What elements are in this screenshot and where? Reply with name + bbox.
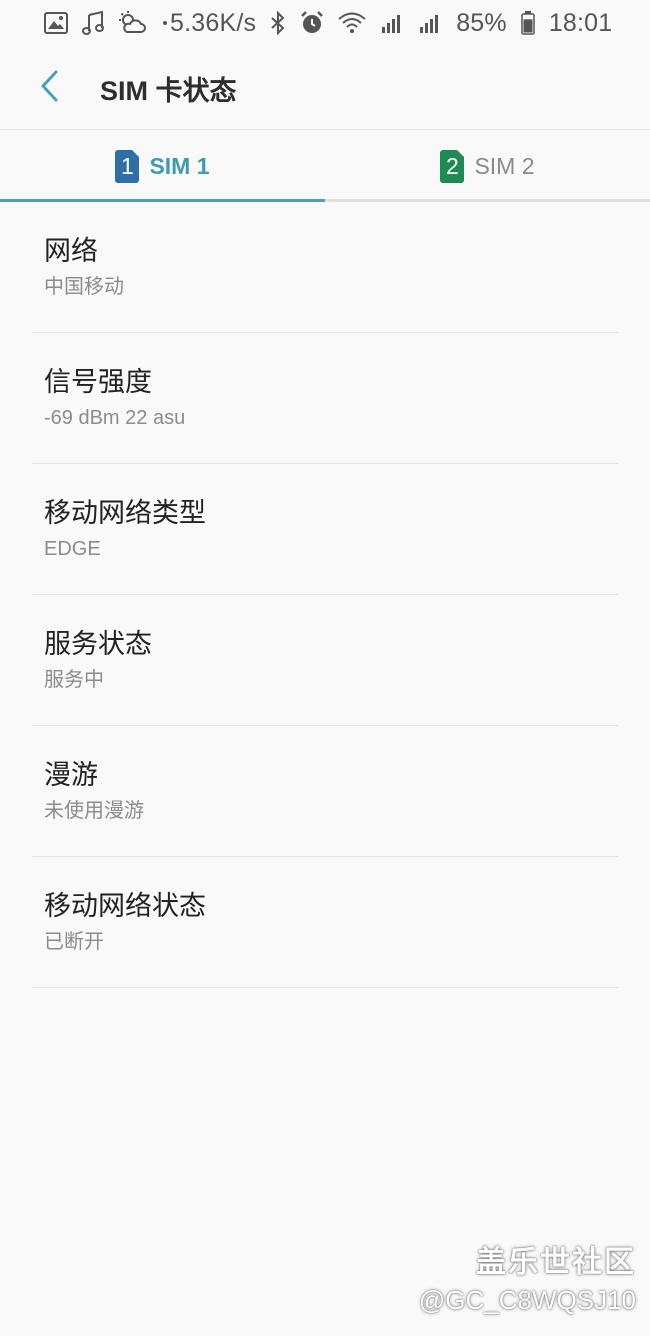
list-item-title: 网络: [44, 236, 98, 267]
status-bar: 5.36K/s 85% 18:01: [0, 0, 650, 46]
list-item-roaming: 漫游 未使用漫游: [0, 726, 650, 857]
tab-sim-2-label: SIM 2: [474, 152, 535, 179]
net-speed: 5.36K/s: [170, 8, 257, 37]
signal-sim1-icon: [380, 12, 404, 34]
list-item-title: 服务状态: [44, 629, 152, 660]
watermark-user: @GC_C8WQSJ10: [418, 1285, 636, 1315]
status-bar-left: [44, 11, 170, 35]
image-icon: [44, 12, 68, 34]
tab-sim-1[interactable]: 1 SIM 1: [0, 130, 325, 202]
tab-sim-1-label: SIM 1: [149, 152, 210, 179]
alarm-icon: [300, 11, 324, 35]
list-item-mobile-network-state: 移动网络状态 已断开: [0, 857, 650, 988]
bluetooth-icon: [270, 11, 286, 35]
list-item-service-state: 服务状态 服务中: [0, 595, 650, 726]
list-item-signal-strength: 信号强度 -69 dBm 22 asu: [0, 333, 650, 464]
tab-sim-2[interactable]: 2 SIM 2: [325, 130, 650, 202]
dot-icon: [160, 18, 170, 28]
wifi-icon: [338, 12, 366, 34]
list-item-network: 网络 中国移动: [0, 202, 650, 333]
list-item-network-type: 移动网络类型 EDGE: [0, 464, 650, 595]
list-item-value: 中国移动: [44, 276, 124, 298]
list-item-value: 未使用漫游: [44, 800, 144, 822]
list-item-value: 服务中: [44, 669, 104, 691]
weather-icon: [118, 11, 146, 35]
list-item-title: 信号强度: [44, 367, 152, 398]
page-title: SIM 卡状态: [100, 75, 237, 106]
back-button[interactable]: [24, 62, 76, 114]
list-item-value: 已断开: [44, 931, 104, 953]
list-item-title: 移动网络类型: [44, 498, 206, 529]
list-item-value: EDGE: [44, 538, 101, 560]
music-note-icon: [82, 11, 104, 35]
sim-2-badge: 2: [440, 149, 465, 183]
status-bar-right: 5.36K/s 85% 18:01: [170, 9, 612, 38]
list-item-value: -69 dBm 22 asu: [44, 407, 186, 429]
sim-1-badge: 1: [115, 149, 140, 183]
list-item-title: 漫游: [44, 760, 98, 791]
app-bar: SIM 卡状态: [0, 46, 650, 130]
clock: 18:01: [548, 8, 613, 37]
chevron-left-icon: [39, 69, 61, 107]
sim-tabs: 1 SIM 1 2 SIM 2: [0, 130, 650, 202]
watermark-site: 盖乐世社区: [476, 1245, 636, 1280]
signal-sim2-icon: [418, 12, 442, 34]
sim-status-list: 网络 中国移动 信号强度 -69 dBm 22 asu 移动网络类型 EDGE …: [0, 202, 650, 988]
battery-icon: [521, 11, 535, 35]
battery-percent: 85%: [456, 8, 507, 37]
list-item-title: 移动网络状态: [44, 891, 206, 922]
watermark: 盖乐世社区 @GC_C8WQSJ10: [419, 1237, 636, 1316]
